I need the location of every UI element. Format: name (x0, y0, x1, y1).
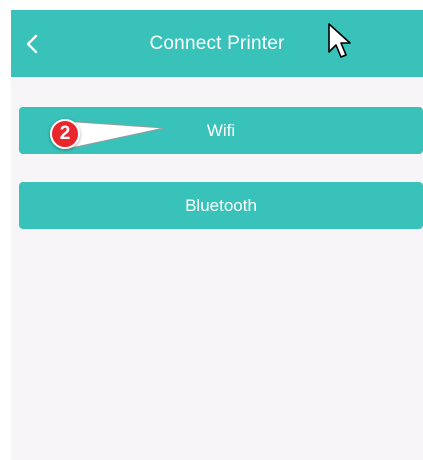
page-title: Connect Printer (149, 33, 285, 54)
step-badge: 2 (50, 119, 80, 149)
connect-printer-screen: Connect Printer Wifi Bluetooth (11, 10, 423, 460)
header-bar: Connect Printer (11, 10, 423, 77)
bluetooth-button[interactable]: Bluetooth (19, 182, 423, 229)
